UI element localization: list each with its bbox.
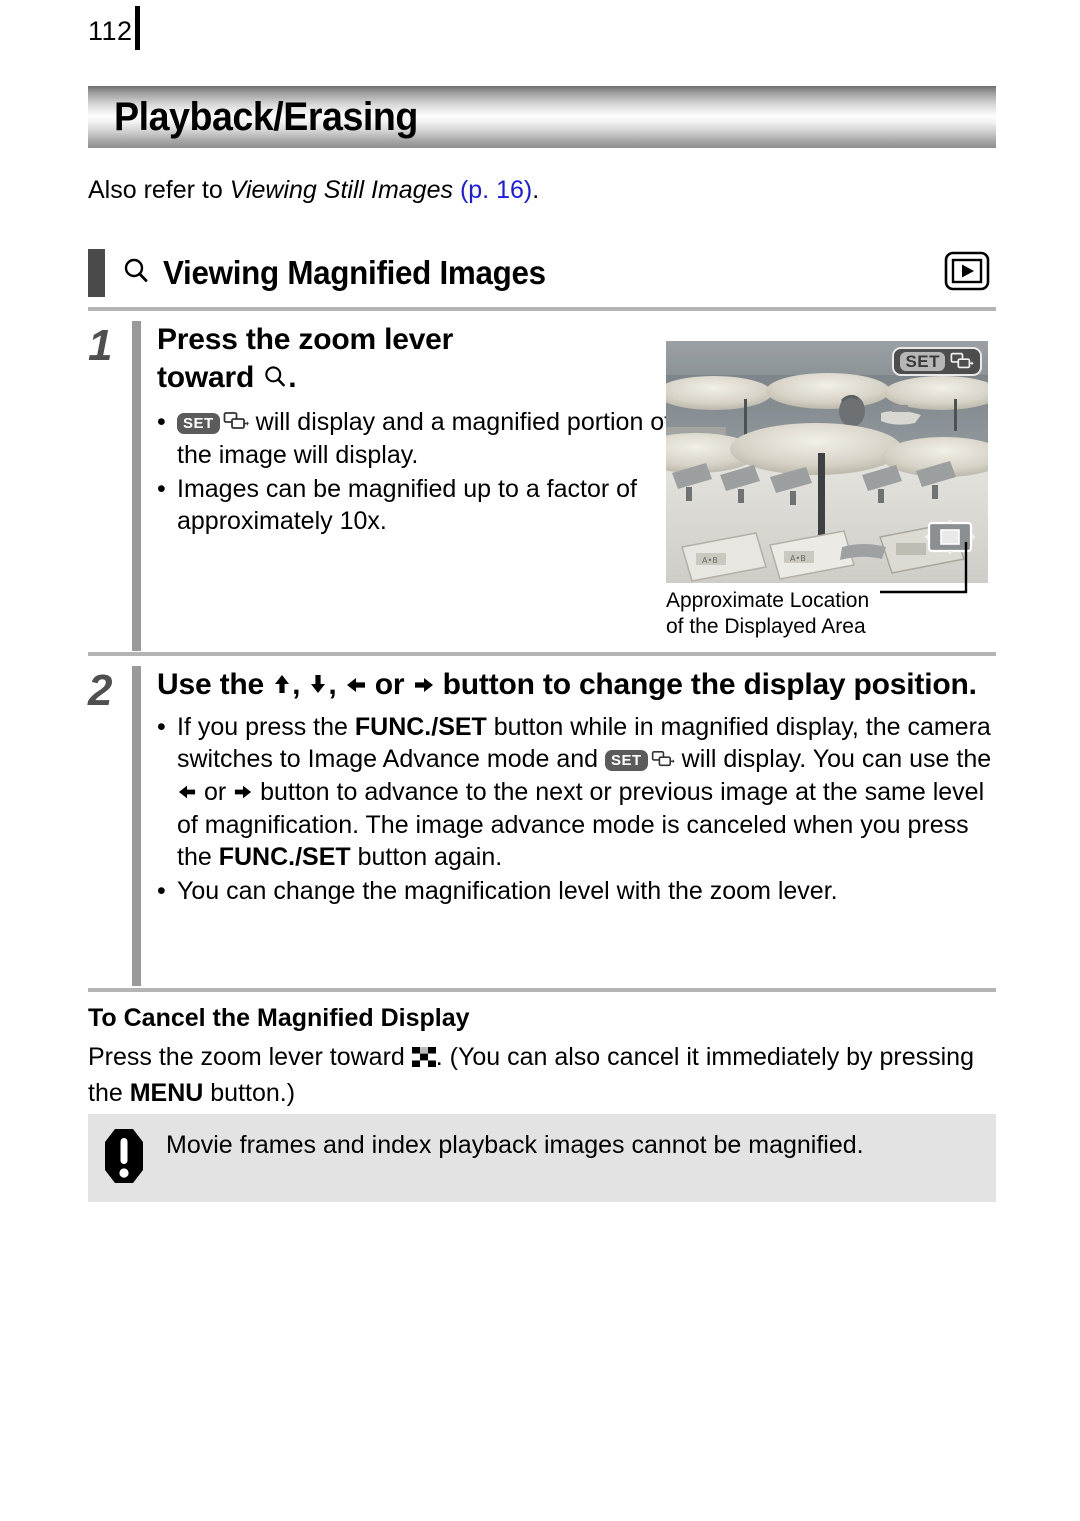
page-number: 112 bbox=[88, 16, 133, 46]
cancel-section-heading: To Cancel the Magnified Display bbox=[88, 1004, 470, 1032]
cancel-section-text: Press the zoom lever toward . (You can a… bbox=[88, 1040, 1000, 1110]
step-1-title-line2-prefix: toward bbox=[157, 361, 263, 394]
step-2-number: 2 bbox=[88, 666, 113, 715]
step-2: 2 Use the , , or button to change the di… bbox=[88, 666, 996, 986]
page-number-rule bbox=[134, 6, 140, 50]
figure-magnified-display: A•B A•B SET Approximate Location of the … bbox=[666, 341, 988, 644]
caution-note-text: Movie frames and index playback images c… bbox=[166, 1131, 864, 1159]
caption-line-2: of the Displayed Area bbox=[666, 615, 866, 638]
step-2-bullet-2: • You can change the magnification level… bbox=[157, 875, 996, 907]
photo-set-label: SET bbox=[900, 351, 945, 371]
step-1-bullets: • SET will display and a magnified porti… bbox=[157, 406, 677, 537]
refer-page-link[interactable]: (p. 16) bbox=[453, 176, 532, 204]
step-1-bullet-1: • SET will display and a magnified porti… bbox=[157, 406, 677, 471]
page-number-block: 112 bbox=[88, 6, 140, 50]
set-badge-icon: SET bbox=[177, 413, 220, 434]
chapter-banner: Playback/Erasing bbox=[88, 86, 996, 148]
bullet-dot: • bbox=[157, 475, 166, 503]
step-1-number: 1 bbox=[88, 321, 113, 370]
refer-suffix: . bbox=[532, 176, 540, 204]
image-advance-icon bbox=[648, 746, 675, 774]
step-2-bullet-1: • If you press the FUNC./SET button whil… bbox=[157, 711, 996, 873]
step-2-title-mid-2: , bbox=[328, 668, 345, 701]
bullet-dot: • bbox=[157, 408, 166, 436]
image-advance-icon bbox=[220, 409, 249, 437]
index-playback-icon bbox=[411, 1045, 436, 1073]
step-2-bullet-2-text: You can change the magnification level w… bbox=[177, 877, 838, 905]
menu-button-label: MENU bbox=[129, 1079, 204, 1107]
bullet-dot: • bbox=[157, 877, 166, 905]
caption-leader-line bbox=[880, 542, 968, 594]
s2b1-p4: or bbox=[197, 778, 234, 806]
caution-exclamation-icon bbox=[104, 1128, 144, 1189]
figure-caption: Approximate Location of the Displayed Ar… bbox=[666, 542, 988, 644]
section-header: Viewing Magnified Images bbox=[88, 249, 996, 297]
magnifier-icon-inline bbox=[262, 364, 288, 397]
s2b1-p1: If you press the bbox=[177, 713, 355, 741]
section-header-rule bbox=[88, 307, 996, 311]
step-2-bullets: • If you press the FUNC./SET button whil… bbox=[157, 711, 996, 907]
s2b1-funcset-2: FUNC./SET bbox=[218, 843, 351, 871]
step-2-top-rule bbox=[88, 652, 996, 656]
photo-set-badge: SET bbox=[892, 347, 982, 376]
chapter-title: Playback/Erasing bbox=[114, 94, 418, 139]
step-1-divider bbox=[132, 321, 141, 651]
cancel-text-before: Press the zoom lever toward bbox=[88, 1043, 412, 1071]
step-2-title: Use the , , or button to change the disp… bbox=[157, 666, 996, 705]
bullet-dot: • bbox=[157, 713, 166, 741]
cancel-section-rule bbox=[88, 988, 996, 992]
s2b1-p3: will display. You can use the bbox=[674, 745, 992, 773]
step-2-title-prefix: Use the bbox=[157, 668, 273, 701]
set-badge-icon: SET bbox=[605, 750, 648, 771]
refer-prefix: Also refer to bbox=[88, 176, 230, 204]
step-1-title-line1: Press the zoom lever bbox=[157, 323, 454, 356]
step-1-bullet-2: • Images can be magnified up to a factor… bbox=[157, 473, 677, 537]
svg-text:A•B: A•B bbox=[790, 554, 806, 563]
step-1-bullet-2-text: Images can be magnified up to a factor o… bbox=[177, 475, 637, 535]
step-1-title: Press the zoom lever toward . bbox=[157, 321, 677, 400]
caution-note-box: Movie frames and index playback images c… bbox=[88, 1114, 996, 1202]
playback-mode-icon bbox=[944, 251, 990, 296]
arrow-up-icon bbox=[272, 669, 292, 702]
step-2-title-suffix: button to change the display position. bbox=[434, 668, 977, 701]
also-refer-line: Also refer to Viewing Still Images (p. 1… bbox=[88, 176, 539, 205]
step-1-bullet-1-text: will display and a magnified portion of … bbox=[177, 408, 672, 469]
step-2-title-or: or bbox=[366, 668, 413, 701]
section-title: Viewing Magnified Images bbox=[163, 254, 546, 291]
section-accent-bar bbox=[88, 249, 105, 297]
arrow-left-icon bbox=[345, 669, 367, 702]
magnifier-icon bbox=[121, 256, 151, 291]
s2b1-funcset-1: FUNC./SET bbox=[354, 713, 487, 741]
arrow-left-icon bbox=[177, 779, 197, 807]
image-advance-icon bbox=[950, 351, 974, 371]
step-2-divider bbox=[132, 666, 141, 986]
s2b1-p6: button again. bbox=[350, 843, 503, 871]
cancel-text-end: button.) bbox=[203, 1079, 296, 1107]
refer-title: Viewing Still Images bbox=[229, 176, 453, 204]
step-1-title-line2-suffix: . bbox=[288, 361, 297, 394]
arrow-right-icon bbox=[413, 669, 435, 702]
svg-text:A•B: A•B bbox=[702, 556, 718, 565]
arrow-right-icon bbox=[233, 779, 253, 807]
step-2-title-mid: , bbox=[292, 668, 309, 701]
arrow-down-icon bbox=[308, 669, 328, 702]
